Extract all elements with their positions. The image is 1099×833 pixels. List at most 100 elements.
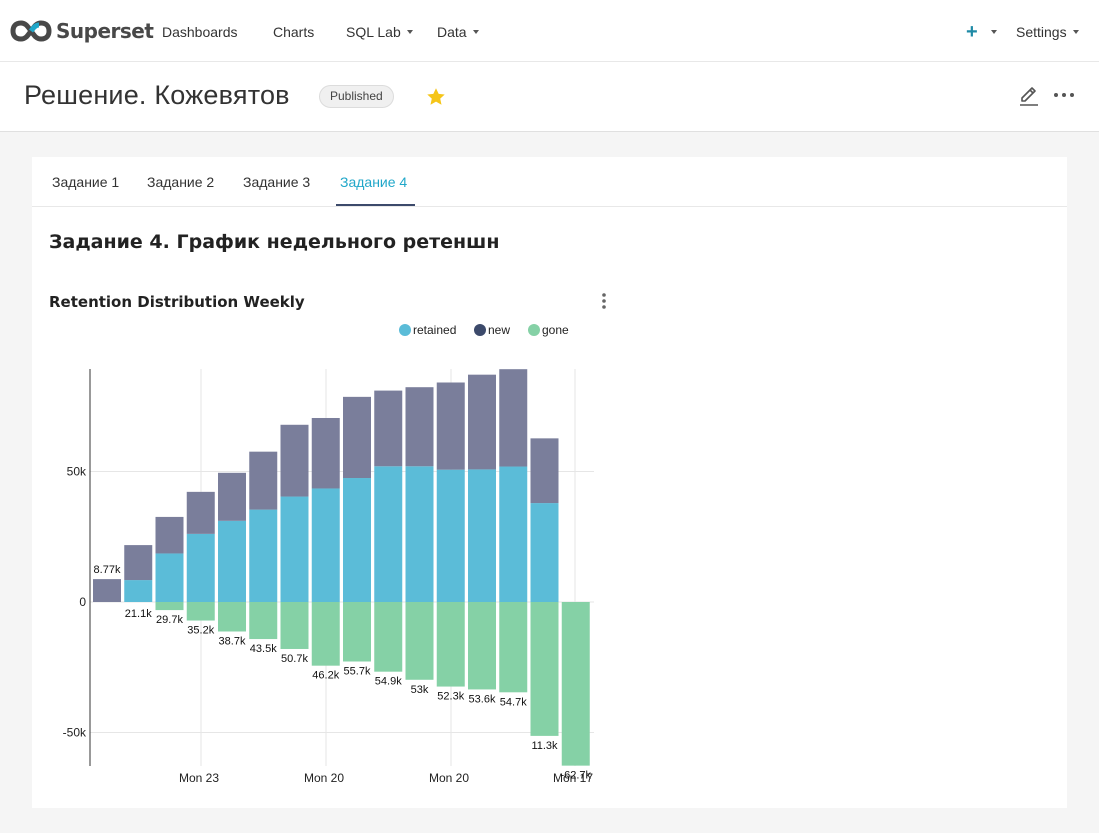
nav-charts[interactable]: Charts xyxy=(273,24,314,40)
bar-new xyxy=(468,374,496,470)
data-label: 54.7k xyxy=(500,696,527,708)
tab-3[interactable]: Задание 3 xyxy=(243,174,310,190)
bar-retained xyxy=(530,503,559,602)
bar-new xyxy=(218,472,246,521)
data-label: 21.1k xyxy=(125,608,152,620)
vertical-more-icon[interactable] xyxy=(600,292,608,310)
data-label: 43.5k xyxy=(250,643,277,655)
bar-gone xyxy=(436,602,465,687)
bar-gone xyxy=(155,602,184,611)
bar-gone xyxy=(249,602,278,640)
tab-1[interactable]: Задание 1 xyxy=(52,174,119,190)
bar-retained xyxy=(186,533,215,602)
chevron-down-icon xyxy=(472,30,479,35)
data-label: 46.2k xyxy=(312,670,339,682)
chevron-down-icon xyxy=(406,30,413,35)
tab-2[interactable]: Задание 2 xyxy=(147,174,214,190)
chevron-down-icon xyxy=(1072,30,1079,35)
bar-gone xyxy=(530,602,559,736)
bar-gone xyxy=(311,602,340,666)
nav-sql-lab[interactable]: SQL Lab xyxy=(346,24,413,40)
data-label: 11.3k xyxy=(531,740,558,752)
bar-new xyxy=(343,396,371,479)
bar-gone xyxy=(343,602,371,662)
legend-label: new xyxy=(488,323,510,337)
bar-retained xyxy=(405,466,434,602)
bar-new xyxy=(124,545,153,581)
x-tick-label: Mon 20 xyxy=(304,771,344,785)
y-tick-label: 50k xyxy=(67,465,87,479)
bar-new xyxy=(93,579,121,602)
retention-chart: 50k0-50kMon 23 Mon 20 Mon 20 Mon 178.77k21.… xyxy=(63,323,594,785)
data-label: 55.7k xyxy=(344,666,371,678)
bar-new xyxy=(374,390,403,467)
more-horizontal-icon[interactable] xyxy=(1053,85,1075,105)
bar-gone xyxy=(405,602,434,680)
nav-data[interactable]: Data xyxy=(437,24,479,40)
x-tick-label: Mon 20 xyxy=(429,771,469,785)
nav-settings[interactable]: Settings xyxy=(1016,24,1079,40)
bar-retained xyxy=(155,553,184,602)
legend-swatch xyxy=(399,324,411,336)
bar-gone xyxy=(468,602,496,690)
section-heading: Задание 4. График недельного ретеншн xyxy=(49,231,500,253)
bar-retained xyxy=(499,466,528,602)
bar-gone xyxy=(374,602,403,672)
bar-retained xyxy=(249,509,278,602)
bar-retained xyxy=(124,580,153,602)
data-label: 8.77k xyxy=(94,564,121,576)
bar-gone xyxy=(561,602,590,766)
dashboard-title[interactable]: Решение. Кожевятов xyxy=(24,80,290,111)
chevron-down-icon[interactable] xyxy=(991,30,997,34)
bar-new xyxy=(436,382,465,470)
legend-swatch xyxy=(528,324,540,336)
bar-retained xyxy=(468,469,496,602)
bar-retained xyxy=(343,478,371,602)
data-label: 29.7k xyxy=(156,614,183,626)
bar-new xyxy=(311,417,340,489)
tab-bar: Задание 1 Задание 2 Задание 3 Задание 4 xyxy=(32,157,1067,207)
data-label: 54.9k xyxy=(375,676,402,688)
dashboard-panel: Задание 1 Задание 2 Задание 3 Задание 4 … xyxy=(32,157,1067,808)
data-label: 35.2k xyxy=(187,625,214,637)
bar-new xyxy=(280,424,309,497)
brand-name: Superset xyxy=(56,19,154,43)
bar-new xyxy=(249,451,278,510)
bar-retained xyxy=(374,466,403,602)
bar-new xyxy=(186,491,215,534)
pencil-icon[interactable] xyxy=(1017,84,1041,108)
tab-4[interactable]: Задание 4 xyxy=(340,174,407,190)
plus-icon[interactable]: + xyxy=(966,22,978,42)
nav-data-label: Data xyxy=(437,24,467,40)
legend-swatch xyxy=(474,324,486,336)
bar-new xyxy=(530,438,559,504)
bar-retained xyxy=(218,520,246,602)
nav-sql-lab-label: SQL Lab xyxy=(346,24,401,40)
bar-retained xyxy=(280,496,309,602)
bar-new xyxy=(155,516,184,554)
legend-label: retained xyxy=(413,323,456,337)
x-tick-label: Mon 23 xyxy=(179,771,219,785)
data-label: 53.6k xyxy=(469,693,496,705)
data-label: 52.3k xyxy=(437,691,464,703)
bar-gone xyxy=(280,602,309,649)
nav-settings-label: Settings xyxy=(1016,24,1067,40)
data-label: -62.7k xyxy=(560,770,591,782)
y-tick-label: 0 xyxy=(79,595,86,609)
y-tick-label: -50k xyxy=(63,726,87,740)
data-label: 50.7k xyxy=(281,653,308,665)
top-navbar: Superset Dashboards Charts SQL Lab Data … xyxy=(0,0,1099,62)
bar-gone xyxy=(218,602,246,632)
bar-gone xyxy=(499,602,528,693)
bar-new xyxy=(499,369,528,467)
status-badge[interactable]: Published xyxy=(319,85,394,108)
nav-dashboards[interactable]: Dashboards xyxy=(162,24,238,40)
brand[interactable]: Superset xyxy=(10,19,154,43)
bar-new xyxy=(405,387,434,467)
chart-title: Retention Distribution Weekly xyxy=(49,293,305,311)
data-label: 38.7k xyxy=(219,635,246,647)
legend-label: gone xyxy=(542,323,569,337)
bar-gone xyxy=(186,602,215,621)
star-icon[interactable] xyxy=(425,86,447,108)
superset-logo-icon xyxy=(10,20,52,42)
